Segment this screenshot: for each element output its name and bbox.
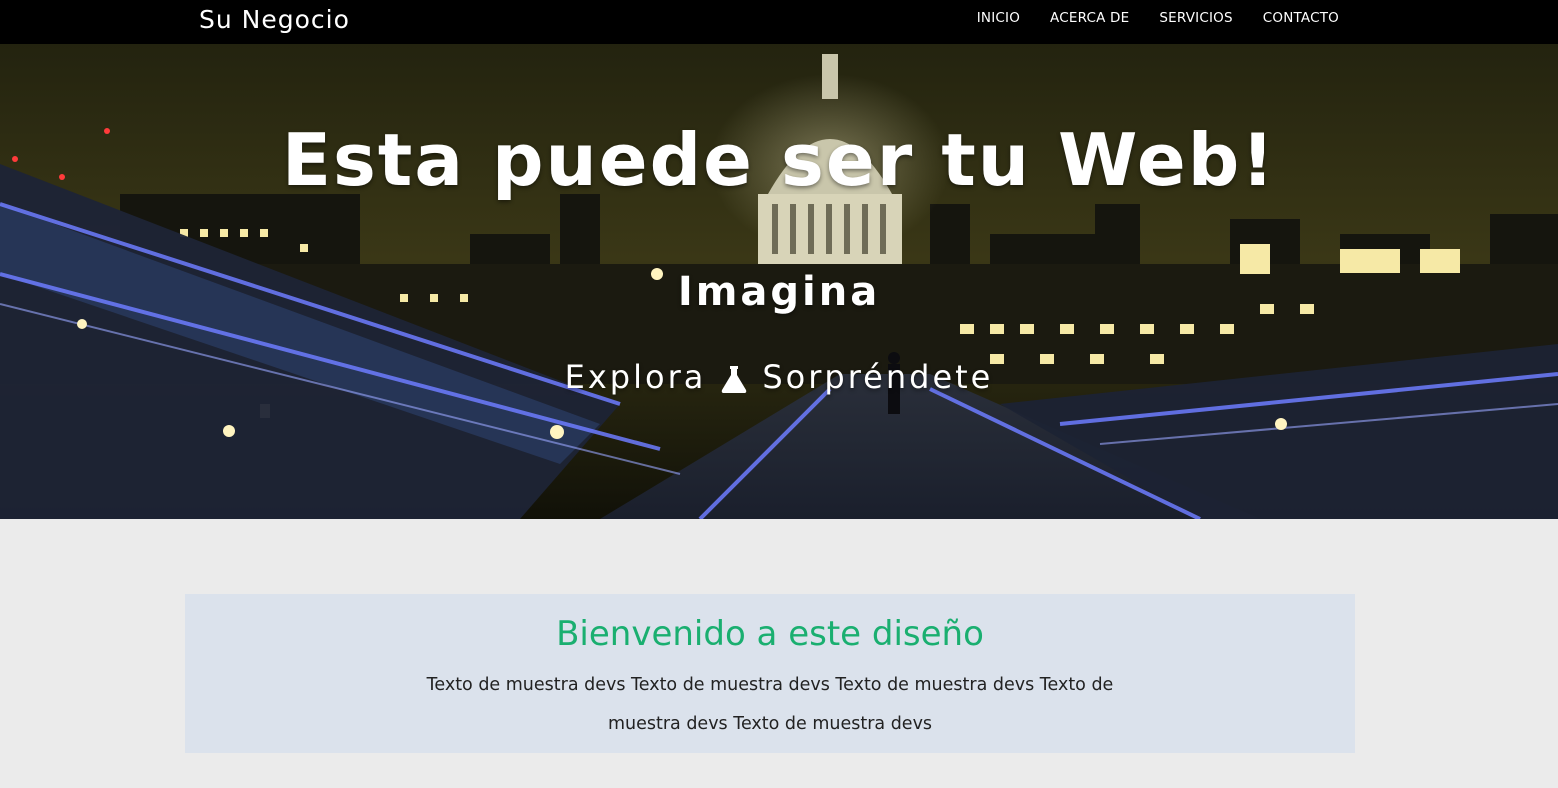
nav-menu: INICIO ACERCA DE SERVICIOS CONTACTO	[977, 0, 1339, 36]
top-navbar: Su Negocio INICIO ACERCA DE SERVICIOS CO…	[0, 0, 1558, 44]
nav-link-inicio[interactable]: INICIO	[977, 10, 1020, 26]
hero-title: Esta puede ser tu Web!	[281, 118, 1277, 202]
nav-link-servicios[interactable]: SERVICIOS	[1159, 10, 1232, 26]
welcome-title: Bienvenido a este diseño	[556, 614, 984, 654]
hero-tagline: Explora Sorpréndete	[0, 356, 1558, 398]
brand-logo-link[interactable]: Su Negocio	[199, 4, 350, 36]
flask-icon	[720, 362, 748, 393]
hero-tagline-left: Explora	[564, 358, 707, 396]
hero-tagline-right: Sorpréndete	[762, 358, 994, 396]
welcome-text: Texto de muestra devs Texto de muestra d…	[426, 675, 1114, 734]
nav-link-contacto[interactable]: CONTACTO	[1263, 10, 1339, 26]
welcome-box: Bienvenido a este diseño Texto de muestr…	[185, 594, 1355, 753]
hero-section: Esta puede ser tu Web! Imagina Explora S…	[0, 44, 1558, 519]
hero-subtitle: Imagina	[677, 269, 881, 315]
nav-link-acerca-de[interactable]: ACERCA DE	[1050, 10, 1129, 26]
